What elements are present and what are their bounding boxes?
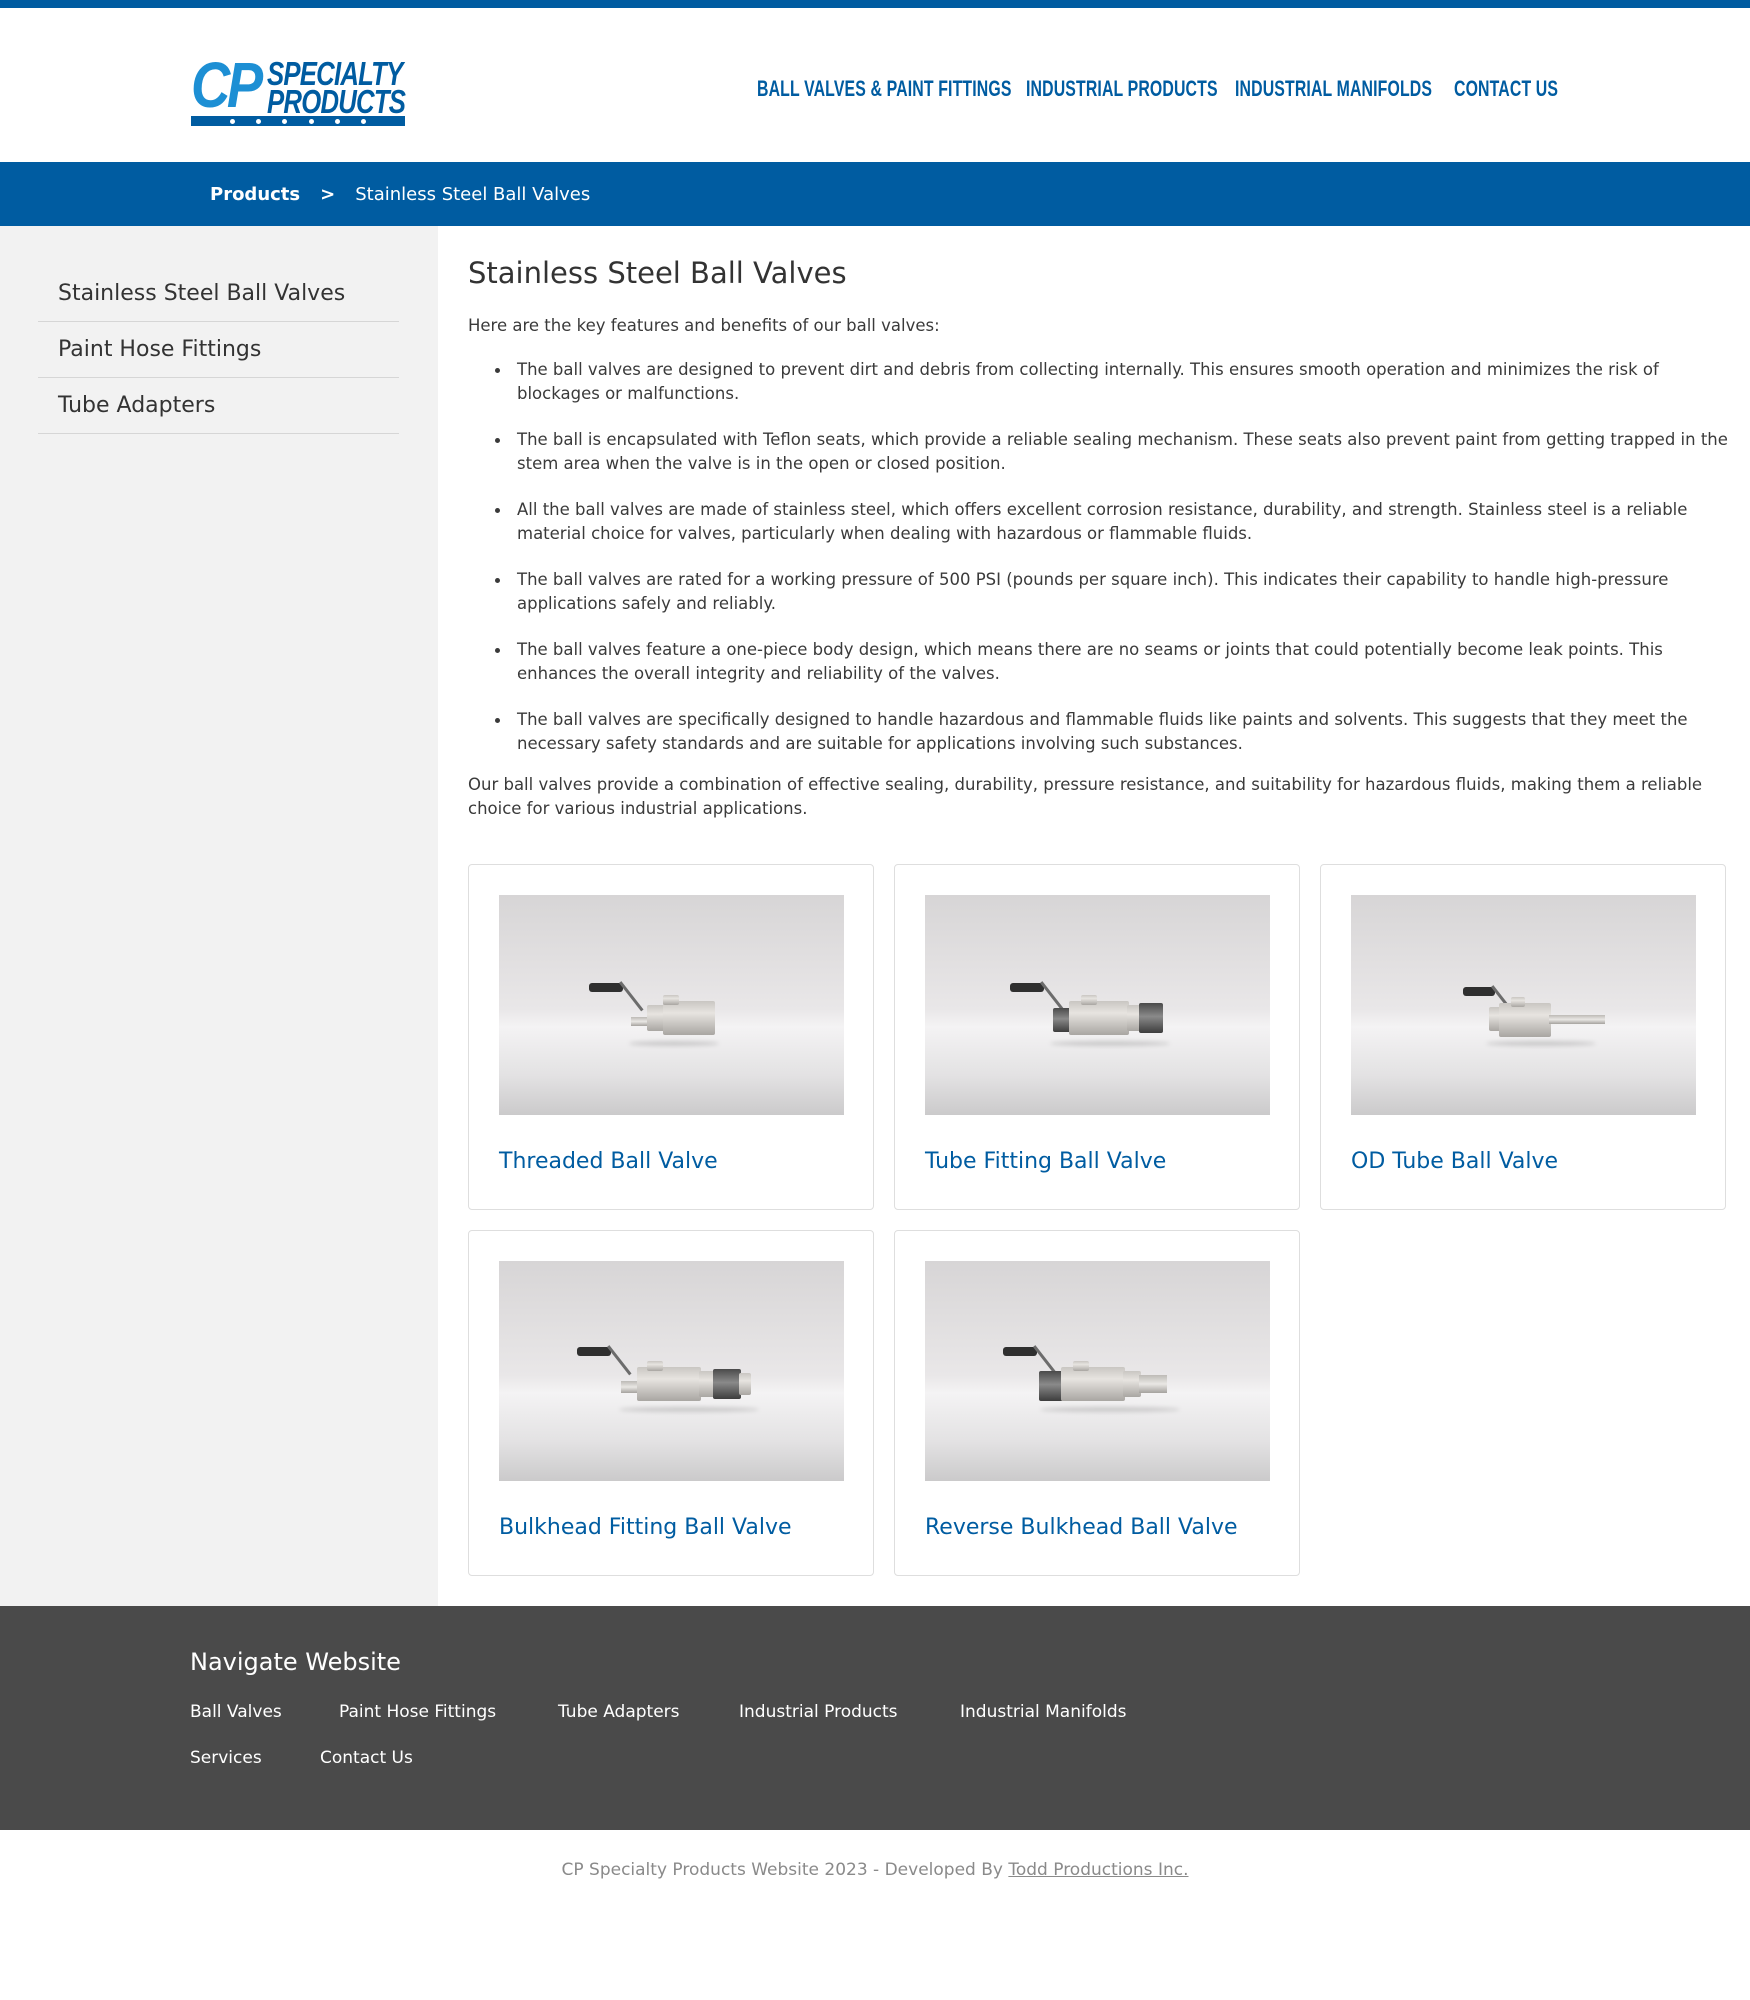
product-card-reverse-bulkhead[interactable]: Reverse Bulkhead Ball Valve — [894, 1230, 1300, 1576]
nav-industrial-manifolds[interactable]: Industrial Manifolds — [1235, 76, 1432, 102]
feature-item: The ball valves are designed to prevent … — [490, 358, 1730, 406]
footer-link-paint-hose-fittings[interactable]: Paint Hose Fittings — [339, 1702, 496, 1722]
site-logo[interactable]: CP SPECIALTY PRODUCTS — [191, 50, 411, 128]
footer-link-ball-valves[interactable]: Ball Valves — [190, 1702, 282, 1722]
feature-item: All the ball valves are made of stainles… — [490, 498, 1730, 546]
summary-text: Our ball valves provide a combination of… — [468, 775, 1703, 818]
sidebar-link[interactable]: Tube Adapters — [58, 393, 215, 418]
logo-products-text: PRODUCTS — [267, 83, 406, 120]
breadcrumb-bar: Products > Stainless Steel Ball Valves — [0, 162, 1750, 226]
breadcrumb-separator: > — [320, 183, 336, 205]
threaded-ball-valve-photo — [499, 895, 844, 1115]
sidebar-item-paint-hose-fittings: Paint Hose Fittings — [38, 322, 399, 378]
breadcrumb: Products > Stainless Steel Ball Valves — [210, 162, 590, 226]
site-footer: Navigate Website Ball Valves Paint Hose … — [0, 1606, 1750, 1830]
footer-link-services[interactable]: Services — [190, 1748, 262, 1768]
product-title[interactable]: Reverse Bulkhead Ball Valve — [925, 1515, 1238, 1540]
footer-link-tube-adapters[interactable]: Tube Adapters — [558, 1702, 680, 1722]
sidebar-link[interactable]: Paint Hose Fittings — [58, 337, 261, 362]
product-card-od-tube[interactable]: OD Tube Ball Valve — [1320, 864, 1726, 1210]
nav-ball-valves-paint-fittings[interactable]: Ball Valves & Paint Fittings — [757, 76, 1012, 102]
intro-text: Here are the key features and benefits o… — [468, 316, 940, 335]
copyright-text: CP Specialty Products Website 2023 - Dev… — [561, 1860, 1009, 1880]
developer-link[interactable]: Todd Productions Inc. — [1008, 1860, 1188, 1880]
footer-link-industrial-manifolds[interactable]: Industrial Manifolds — [960, 1702, 1126, 1722]
tube-fitting-ball-valve-photo — [925, 895, 1270, 1115]
page-title: Stainless Steel Ball Valves — [468, 256, 847, 290]
reverse-bulkhead-ball-valve-photo — [925, 1261, 1270, 1481]
product-card-threaded[interactable]: Threaded Ball Valve — [468, 864, 874, 1210]
product-card-bulkhead[interactable]: Bulkhead Fitting Ball Valve — [468, 1230, 874, 1576]
product-title[interactable]: Tube Fitting Ball Valve — [925, 1149, 1166, 1174]
sidebar-item-tube-adapters: Tube Adapters — [38, 378, 399, 434]
footer-link-contact-us[interactable]: Contact Us — [320, 1748, 413, 1768]
logo-dots — [191, 116, 405, 126]
breadcrumb-current: Stainless Steel Ball Valves — [355, 183, 591, 205]
footer-link-industrial-products[interactable]: Industrial Products — [739, 1702, 898, 1722]
nav-contact-us[interactable]: Contact Us — [1454, 76, 1558, 102]
product-title[interactable]: Bulkhead Fitting Ball Valve — [499, 1515, 792, 1540]
site-header: CP SPECIALTY PRODUCTS Ball Valves & Pain… — [0, 8, 1750, 162]
product-card-tube-fitting[interactable]: Tube Fitting Ball Valve — [894, 864, 1300, 1210]
feature-item: The ball valves feature a one-piece body… — [490, 638, 1730, 686]
bulkhead-fitting-ball-valve-photo — [499, 1261, 844, 1481]
top-accent-bar — [0, 0, 1750, 8]
feature-list: The ball valves are designed to prevent … — [490, 358, 1730, 778]
nav-industrial-products[interactable]: Industrial Products — [1026, 76, 1218, 102]
sidebar-item-stainless-steel-ball-valves: Stainless Steel Ball Valves — [38, 266, 399, 322]
feature-item: The ball valves are specifically designe… — [490, 708, 1730, 756]
feature-item: The ball is encapsulated with Teflon sea… — [490, 428, 1730, 476]
od-tube-ball-valve-photo — [1351, 895, 1696, 1115]
breadcrumb-products-link[interactable]: Products — [210, 184, 300, 205]
product-title[interactable]: Threaded Ball Valve — [499, 1149, 718, 1174]
logo-cp-text: CP — [191, 49, 263, 121]
sidebar-link[interactable]: Stainless Steel Ball Valves — [58, 281, 345, 306]
sidebar: Stainless Steel Ball Valves Paint Hose F… — [0, 226, 438, 1606]
feature-item: The ball valves are rated for a working … — [490, 568, 1730, 616]
sidebar-list: Stainless Steel Ball Valves Paint Hose F… — [38, 266, 399, 434]
copyright: CP Specialty Products Website 2023 - Dev… — [0, 1860, 1750, 1880]
footer-heading: Navigate Website — [190, 1648, 401, 1676]
product-title[interactable]: OD Tube Ball Valve — [1351, 1149, 1558, 1174]
